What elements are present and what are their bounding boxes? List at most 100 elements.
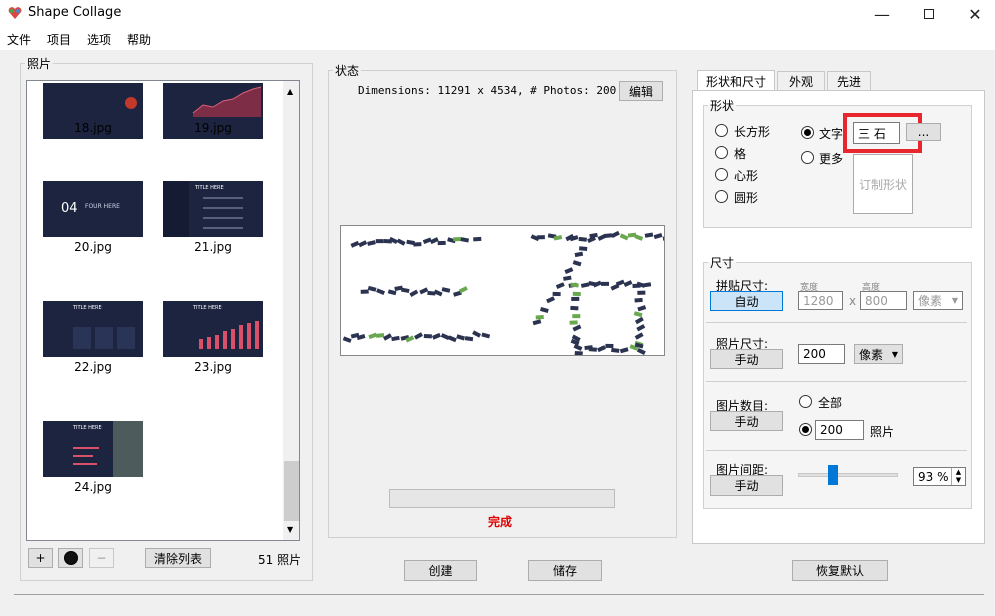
photo-label-19: 19.jpg [194, 121, 232, 135]
minimize-button[interactable]: — [859, 0, 905, 28]
maximize-button[interactable] [906, 0, 952, 28]
photo-thumb-20[interactable]: 04 FOUR HERE [43, 181, 143, 237]
photo-count-radio-all[interactable] [799, 395, 812, 408]
tab-appearance[interactable]: 外观 [777, 71, 825, 90]
status-legend: 状态 [335, 64, 360, 78]
thumb-23-title: TITLE HERE [193, 305, 222, 311]
photo-list-scrollbar[interactable]: ▲ ▼ [283, 81, 299, 540]
photos-legend: 照片 [27, 57, 52, 71]
photo-label-24: 24.jpg [74, 480, 112, 494]
spin-up-icon[interactable]: ▲ [952, 468, 965, 476]
collage-preview-image [342, 230, 672, 356]
menu-help[interactable]: 帮助 [127, 31, 151, 48]
photo-thumb-23[interactable]: TITLE HERE [163, 301, 263, 357]
tab-advanced[interactable]: 先进 [827, 71, 871, 90]
thumb-22-title: TITLE HERE [73, 305, 102, 311]
app-logo-icon [8, 7, 22, 19]
thumb-20-text: FOUR HERE [85, 203, 120, 210]
photo-list[interactable]: 18.jpg 19.jpg 04 FOUR HERE 20.jpg TITLE … [26, 80, 300, 541]
spacing-slider-thumb[interactable] [828, 465, 838, 485]
scroll-down-icon[interactable]: ▼ [287, 525, 293, 534]
photos-unit-label: 照片 [870, 425, 895, 439]
thumb-21-title: TITLE HERE [195, 185, 224, 191]
status-strip [14, 594, 984, 595]
photo-size-input[interactable]: 200 [798, 344, 845, 364]
photo-thumb-24[interactable]: TITLE HERE [43, 421, 143, 477]
menu-file[interactable]: 文件 [7, 31, 31, 48]
menu-project[interactable]: 项目 [47, 31, 71, 48]
edit-button[interactable]: 编辑 [619, 81, 663, 101]
photo-size-manual-button[interactable]: 手动 [710, 349, 783, 369]
menu-options[interactable]: 选项 [87, 31, 111, 48]
chevron-down-icon: ▼ [951, 296, 958, 305]
close-icon: ✕ [968, 4, 982, 24]
photo-label-21: 21.jpg [194, 240, 232, 254]
spacing-spinner[interactable]: ▲ ▼ [951, 468, 965, 485]
restore-defaults-button[interactable]: 恢复默认 [792, 560, 888, 581]
scroll-up-icon[interactable]: ▲ [287, 87, 293, 96]
collage-unit-select[interactable]: 像素 ▼ [913, 291, 963, 310]
photo-unit-value: 像素 [859, 347, 884, 362]
remove-photo-button[interactable]: − [89, 548, 114, 568]
shape-radio-grid[interactable] [715, 146, 728, 159]
collage-size-auto-button[interactable]: 自动 [710, 291, 783, 311]
title-bar [0, 0, 995, 28]
thumb-24-title: TITLE HERE [73, 425, 102, 431]
window-title: Shape Collage [28, 5, 122, 20]
shape-browse-button[interactable]: ... [906, 123, 941, 141]
progress-bar [389, 489, 615, 508]
done-status: 完成 [488, 515, 513, 529]
photo-count-all-label: 全部 [818, 396, 843, 410]
close-button[interactable]: ✕ [952, 0, 995, 28]
collage-width-input[interactable]: 1280 [798, 291, 843, 310]
tab-shape-size[interactable]: 形状和尺寸 [697, 70, 775, 91]
create-button[interactable]: 创建 [404, 560, 477, 581]
shape-radio-circle[interactable] [715, 190, 728, 203]
chevron-down-icon: ▼ [891, 349, 898, 359]
shape-radio-text[interactable] [801, 126, 814, 139]
thumb-20-number: 04 [61, 201, 78, 216]
collage-preview [340, 225, 672, 356]
clear-list-button[interactable]: 清除列表 [145, 548, 211, 568]
photo-label-22: 22.jpg [74, 360, 112, 374]
divider-1 [706, 322, 967, 323]
photo-count-manual-button[interactable]: 手动 [710, 411, 783, 431]
shape-legend: 形状 [710, 99, 735, 113]
globe-icon [63, 551, 78, 565]
photo-count-input[interactable]: 200 [815, 420, 864, 440]
spacing-value: 93 % [918, 469, 949, 484]
minimize-icon: — [874, 4, 890, 24]
photo-label-18: 18.jpg [74, 121, 112, 135]
dimensions-text: Dimensions: 11291 x 4534, # Photos: 200 [358, 84, 617, 97]
collage-height-input[interactable]: 800 [860, 291, 907, 310]
add-web-photo-button[interactable] [58, 548, 83, 568]
shape-label-circle: 圆形 [734, 191, 759, 205]
shape-label-more: 更多 [819, 152, 844, 166]
shape-label-heart: 心形 [734, 169, 759, 183]
spin-down-icon[interactable]: ▼ [952, 476, 965, 484]
photo-label-23: 23.jpg [194, 360, 232, 374]
spacing-slider-track[interactable] [798, 473, 898, 477]
custom-shape-button[interactable]: 订制形状 [853, 154, 913, 214]
shape-radio-heart[interactable] [715, 168, 728, 181]
photo-count: 51 照片 [258, 553, 302, 567]
photo-unit-select[interactable]: 像素 ▼ [854, 344, 903, 364]
shape-label-text: 文字 [819, 127, 844, 141]
shape-radio-rectangle[interactable] [715, 124, 728, 137]
photo-count-radio-custom[interactable] [799, 423, 812, 436]
photo-thumb-21[interactable]: TITLE HERE [163, 181, 263, 237]
shape-radio-more[interactable] [801, 151, 814, 164]
collage-unit-value: 像素 [918, 294, 943, 308]
shape-label-grid: 格 [734, 147, 747, 161]
save-button[interactable]: 储存 [528, 560, 602, 581]
divider-2 [706, 381, 967, 382]
scroll-thumb[interactable] [284, 461, 299, 521]
times-label: x [849, 294, 857, 308]
size-legend: 尺寸 [710, 256, 735, 270]
shape-text-input[interactable]: 三 石 [853, 122, 900, 144]
add-photo-button[interactable]: + [28, 548, 53, 568]
photo-label-20: 20.jpg [74, 240, 112, 254]
spacing-manual-button[interactable]: 手动 [710, 475, 783, 496]
divider-3 [706, 450, 967, 451]
photo-thumb-22[interactable]: TITLE HERE [43, 301, 143, 357]
